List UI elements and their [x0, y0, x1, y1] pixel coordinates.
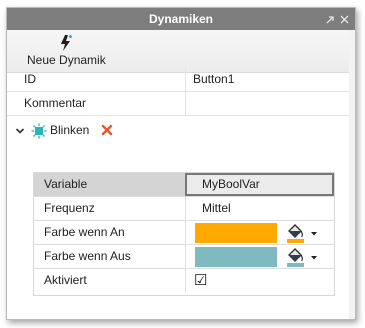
scrollbar[interactable]	[349, 30, 355, 319]
new-dynamic-label: Neue Dynamik	[27, 53, 106, 67]
param-row-color-on: Farbe wenn An	[34, 221, 334, 245]
property-row-id: ID Button1	[7, 68, 355, 92]
column-divider	[185, 197, 186, 220]
column-divider	[185, 92, 186, 115]
param-label: Farbe wenn Aus	[44, 249, 131, 263]
property-row-comment: Kommentar	[7, 92, 355, 116]
param-row-frequency: Frequenz Mittel	[34, 197, 334, 221]
chevron-down-icon[interactable]	[15, 126, 25, 136]
paint-bucket-icon	[287, 224, 317, 243]
property-value[interactable]: Button1	[193, 68, 234, 91]
property-key: ID	[24, 72, 36, 86]
column-divider	[185, 245, 186, 268]
color-picker-button[interactable]	[284, 222, 324, 244]
active-checkbox[interactable]: ☑	[194, 269, 207, 292]
paint-bucket-icon	[287, 248, 317, 267]
param-label: Frequenz	[44, 201, 95, 215]
new-dynamic-lightning-icon	[61, 35, 72, 51]
panel-titlebar: Dynamiken	[7, 8, 355, 30]
param-row-color-off: Farbe wenn Aus	[34, 245, 334, 269]
param-label: Aktiviert	[44, 273, 87, 287]
new-dynamic-button[interactable]: Neue Dynamik	[27, 34, 106, 68]
param-row-variable: Variable MyBoolVar	[34, 173, 334, 197]
color-on-swatch[interactable]	[195, 223, 277, 243]
dynamics-panel: Dynamiken Neue Dynamik ID Button1 Kommen…	[6, 7, 356, 320]
column-divider	[185, 221, 186, 244]
color-picker-button[interactable]	[284, 246, 324, 268]
column-divider	[185, 68, 186, 91]
delete-x-icon[interactable]	[101, 124, 113, 136]
variable-value: MyBoolVar	[202, 177, 260, 191]
undock-icon[interactable]	[325, 8, 335, 30]
effect-row-blink: Blinken	[7, 120, 355, 144]
panel-title: Dynamiken	[148, 12, 214, 26]
effect-parameters-grid: Variable MyBoolVar Frequenz Mittel Farbe…	[33, 172, 335, 296]
variable-input[interactable]: MyBoolVar	[185, 173, 334, 196]
property-key: Kommentar	[24, 96, 87, 110]
param-label: Variable	[44, 177, 88, 191]
param-label: Farbe wenn An	[44, 225, 125, 239]
column-divider	[185, 269, 186, 293]
close-icon[interactable]	[340, 8, 349, 30]
blink-effect-icon	[31, 123, 47, 139]
param-row-active: Aktiviert ☑	[34, 269, 334, 293]
toolbar: Neue Dynamik	[7, 30, 355, 73]
frequency-select[interactable]: Mittel	[202, 197, 231, 220]
effect-name[interactable]: Blinken	[50, 120, 89, 140]
color-off-swatch[interactable]	[195, 247, 277, 267]
